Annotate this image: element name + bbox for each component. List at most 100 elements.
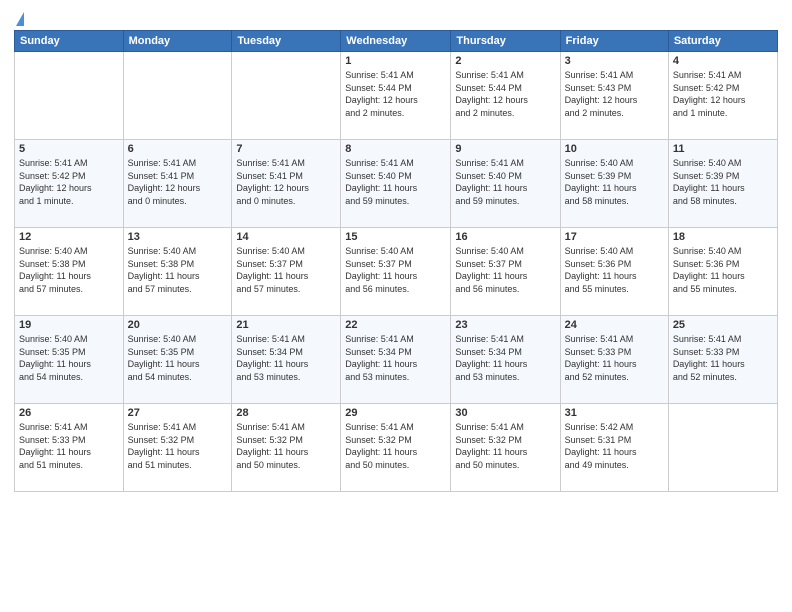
day-info: Sunrise: 5:40 AM Sunset: 5:39 PM Dayligh… [673,157,773,207]
calendar-cell: 3 Sunrise: 5:41 AM Sunset: 5:43 PM Daylig… [560,52,668,140]
calendar-cell [232,52,341,140]
calendar-header-tuesday: Tuesday [232,31,341,52]
day-info: Sunrise: 5:42 AM Sunset: 5:31 PM Dayligh… [565,421,664,471]
calendar-cell: 30Sunrise: 5:41 AM Sunset: 5:32 PM Dayli… [451,404,560,492]
day-number: 21 [236,319,336,331]
day-info: Sunrise: 5:40 AM Sunset: 5:37 PM Dayligh… [455,245,555,295]
day-info: Sunrise: 5:41 AM Sunset: 5:32 PM Dayligh… [455,421,555,471]
calendar-cell: 8 Sunrise: 5:41 AM Sunset: 5:40 PM Daylig… [341,140,451,228]
day-number: 3 [565,55,664,67]
logo [14,12,24,26]
day-info: Sunrise: 5:41 AM Sunset: 5:32 PM Dayligh… [345,421,446,471]
calendar-cell: 13 Sunrise: 5:40 AM Sunset: 5:38 PM Dayli… [123,228,232,316]
day-number: 15 [345,231,446,243]
calendar-week-row: 1 Sunrise: 5:41 AM Sunset: 5:44 PM Daylig… [15,52,778,140]
calendar-cell: 7 Sunrise: 5:41 AM Sunset: 5:41 PM Daylig… [232,140,341,228]
calendar-header-monday: Monday [123,31,232,52]
calendar-header-sunday: Sunday [15,31,124,52]
calendar-cell: 22Sunrise: 5:41 AM Sunset: 5:34 PM Dayli… [341,316,451,404]
calendar-cell: 1 Sunrise: 5:41 AM Sunset: 5:44 PM Daylig… [341,52,451,140]
day-info: Sunrise: 5:40 AM Sunset: 5:35 PM Dayligh… [19,333,119,383]
day-info: Sunrise: 5:41 AM Sunset: 5:33 PM Dayligh… [19,421,119,471]
day-info: Sunrise: 5:40 AM Sunset: 5:37 PM Dayligh… [345,245,446,295]
day-number: 12 [19,231,119,243]
day-info: Sunrise: 5:41 AM Sunset: 5:41 PM Dayligh… [128,157,228,207]
calendar-header-thursday: Thursday [451,31,560,52]
day-number: 14 [236,231,336,243]
logo-triangle-icon [16,12,24,26]
calendar-week-row: 19 Sunrise: 5:40 AM Sunset: 5:35 PM Dayli… [15,316,778,404]
day-info: Sunrise: 5:41 AM Sunset: 5:34 PM Dayligh… [345,333,446,383]
day-number: 18 [673,231,773,243]
day-info: Sunrise: 5:41 AM Sunset: 5:34 PM Dayligh… [455,333,555,383]
day-info: Sunrise: 5:41 AM Sunset: 5:34 PM Dayligh… [236,333,336,383]
day-number: 1 [345,55,446,67]
calendar-cell: 20 Sunrise: 5:40 AM Sunset: 5:35 PM Dayli… [123,316,232,404]
calendar-cell: 16 Sunrise: 5:40 AM Sunset: 5:37 PM Dayli… [451,228,560,316]
day-info: Sunrise: 5:40 AM Sunset: 5:38 PM Dayligh… [128,245,228,295]
calendar-week-row: 12 Sunrise: 5:40 AM Sunset: 5:38 PM Dayli… [15,228,778,316]
day-info: Sunrise: 5:40 AM Sunset: 5:35 PM Dayligh… [128,333,228,383]
day-info: Sunrise: 5:41 AM Sunset: 5:33 PM Dayligh… [565,333,664,383]
day-info: Sunrise: 5:40 AM Sunset: 5:38 PM Dayligh… [19,245,119,295]
calendar-table: SundayMondayTuesdayWednesdayThursdayFrid… [14,30,778,492]
calendar-cell: 12 Sunrise: 5:40 AM Sunset: 5:38 PM Dayli… [15,228,124,316]
calendar-cell: 15 Sunrise: 5:40 AM Sunset: 5:37 PM Dayli… [341,228,451,316]
calendar-cell: 24 Sunrise: 5:41 AM Sunset: 5:33 PM Dayli… [560,316,668,404]
calendar-cell: 23Sunrise: 5:41 AM Sunset: 5:34 PM Dayli… [451,316,560,404]
calendar-cell: 6Sunrise: 5:41 AM Sunset: 5:41 PM Daylig… [123,140,232,228]
day-number: 7 [236,143,336,155]
day-info: Sunrise: 5:41 AM Sunset: 5:44 PM Dayligh… [345,69,446,119]
day-number: 10 [565,143,664,155]
day-number: 19 [19,319,119,331]
day-info: Sunrise: 5:41 AM Sunset: 5:41 PM Dayligh… [236,157,336,207]
day-number: 11 [673,143,773,155]
calendar-header-wednesday: Wednesday [341,31,451,52]
day-number: 17 [565,231,664,243]
calendar-week-row: 26 Sunrise: 5:41 AM Sunset: 5:33 PM Dayli… [15,404,778,492]
day-number: 28 [236,407,336,419]
calendar-cell: 29 Sunrise: 5:41 AM Sunset: 5:32 PM Dayli… [341,404,451,492]
day-number: 27 [128,407,228,419]
calendar-cell: 4 Sunrise: 5:41 AM Sunset: 5:42 PM Daylig… [668,52,777,140]
calendar-cell: 10 Sunrise: 5:40 AM Sunset: 5:39 PM Dayli… [560,140,668,228]
calendar-cell: 25Sunrise: 5:41 AM Sunset: 5:33 PM Dayli… [668,316,777,404]
calendar-week-row: 5 Sunrise: 5:41 AM Sunset: 5:42 PM Daylig… [15,140,778,228]
day-number: 9 [455,143,555,155]
day-info: Sunrise: 5:41 AM Sunset: 5:32 PM Dayligh… [128,421,228,471]
calendar-cell: 17Sunrise: 5:40 AM Sunset: 5:36 PM Dayli… [560,228,668,316]
day-info: Sunrise: 5:41 AM Sunset: 5:42 PM Dayligh… [673,69,773,119]
day-info: Sunrise: 5:41 AM Sunset: 5:42 PM Dayligh… [19,157,119,207]
day-info: Sunrise: 5:41 AM Sunset: 5:44 PM Dayligh… [455,69,555,119]
day-info: Sunrise: 5:40 AM Sunset: 5:36 PM Dayligh… [673,245,773,295]
day-number: 5 [19,143,119,155]
calendar-cell: 5 Sunrise: 5:41 AM Sunset: 5:42 PM Daylig… [15,140,124,228]
page-header [14,10,778,26]
day-info: Sunrise: 5:40 AM Sunset: 5:37 PM Dayligh… [236,245,336,295]
calendar-cell: 28 Sunrise: 5:41 AM Sunset: 5:32 PM Dayli… [232,404,341,492]
day-number: 2 [455,55,555,67]
calendar-cell [123,52,232,140]
day-info: Sunrise: 5:41 AM Sunset: 5:40 PM Dayligh… [345,157,446,207]
day-info: Sunrise: 5:40 AM Sunset: 5:39 PM Dayligh… [565,157,664,207]
day-number: 26 [19,407,119,419]
day-number: 4 [673,55,773,67]
day-number: 31 [565,407,664,419]
calendar-cell: 18 Sunrise: 5:40 AM Sunset: 5:36 PM Dayli… [668,228,777,316]
day-number: 16 [455,231,555,243]
day-number: 29 [345,407,446,419]
day-info: Sunrise: 5:41 AM Sunset: 5:32 PM Dayligh… [236,421,336,471]
day-number: 20 [128,319,228,331]
day-number: 24 [565,319,664,331]
day-number: 13 [128,231,228,243]
calendar-cell: 27 Sunrise: 5:41 AM Sunset: 5:32 PM Dayli… [123,404,232,492]
calendar-cell: 19 Sunrise: 5:40 AM Sunset: 5:35 PM Dayli… [15,316,124,404]
calendar-header-row: SundayMondayTuesdayWednesdayThursdayFrid… [15,31,778,52]
calendar-header-saturday: Saturday [668,31,777,52]
day-info: Sunrise: 5:41 AM Sunset: 5:43 PM Dayligh… [565,69,664,119]
day-number: 8 [345,143,446,155]
calendar-cell [15,52,124,140]
calendar-cell [668,404,777,492]
calendar-cell: 26 Sunrise: 5:41 AM Sunset: 5:33 PM Dayli… [15,404,124,492]
calendar-cell: 2 Sunrise: 5:41 AM Sunset: 5:44 PM Daylig… [451,52,560,140]
